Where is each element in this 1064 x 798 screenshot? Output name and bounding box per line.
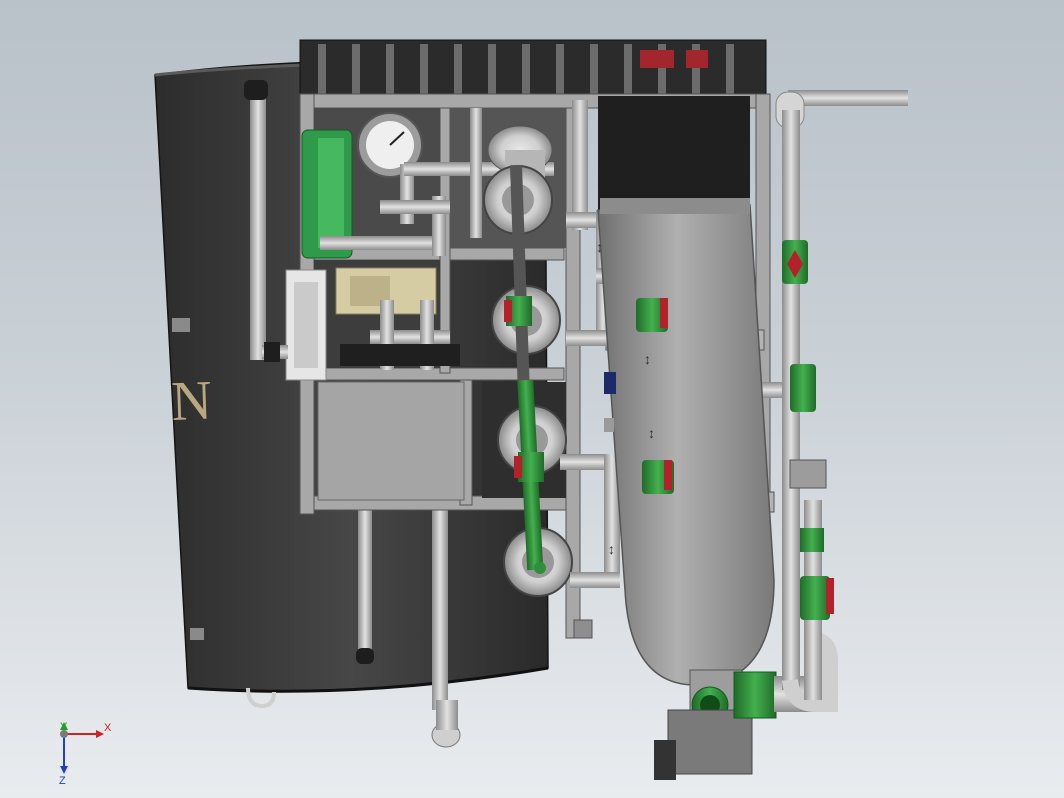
valve-handle-icon[interactable] [514,456,522,478]
svg-text:↕: ↕ [644,351,651,367]
tee-fitting-icon [790,364,816,412]
model-scene[interactable]: N ↕ ↕ ↕ ↕ [0,0,1064,798]
valve-handle-icon[interactable] [504,300,512,322]
x-axis-label: X [104,722,112,734]
tank-lettering: N [170,370,213,433]
svg-text:↕: ↕ [596,239,603,255]
electrical-enclosure[interactable] [317,381,465,501]
y-axis-label: Y [60,721,68,733]
svg-text:↕: ↕ [648,425,655,441]
drain-valve-icon[interactable] [800,576,830,620]
cad-viewport[interactable]: N ↕ ↕ ↕ ↕ X Y Z [0,0,1064,798]
svg-text:↕: ↕ [608,541,615,557]
pressure-vessel[interactable]: ↕ ↕ ↕ ↕ [596,96,775,686]
coordinate-triad: X Y Z [50,718,120,788]
product-line[interactable] [775,90,908,712]
z-axis-label: Z [59,775,66,787]
valve-handle-icon[interactable] [664,460,672,490]
valve-handle-icon[interactable] [826,578,834,614]
valve-handle-icon[interactable] [660,298,668,328]
